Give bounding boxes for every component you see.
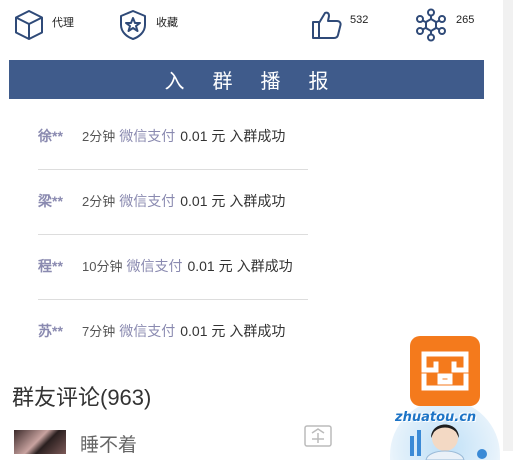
payment-method: 微信支付 (119, 127, 176, 144)
join-result: 入群成功 (229, 322, 286, 339)
broadcast-item: 程** 10分钟 微信支付 0.01 元 入群成功 (38, 233, 308, 298)
join-result: 入群成功 (229, 127, 286, 144)
member-name: 徐** (38, 127, 63, 144)
share-network-icon (416, 8, 446, 42)
join-result: 入群成功 (229, 192, 286, 209)
member-name: 程** (38, 257, 63, 274)
broadcast-banner: 入群播报 (9, 60, 484, 99)
assistant-avatar-icon (410, 424, 487, 460)
watermark-text: zhuatou.cn (395, 410, 477, 425)
share-count: 265 (456, 14, 475, 26)
payment-amount: 0.01 元 (187, 257, 233, 274)
share-action[interactable]: 265 (414, 8, 474, 42)
payment-method: 微信支付 (126, 257, 183, 274)
elapsed-time: 2分钟 (82, 194, 116, 209)
payment-method: 微信支付 (119, 322, 176, 339)
broadcast-item: 苏** 7分钟 微信支付 0.01 元 入群成功 (38, 298, 308, 363)
assistant-widget[interactable] (390, 400, 500, 460)
favorite-action[interactable]: 收藏 (116, 8, 178, 42)
comment-author: 睡不着 (80, 435, 138, 456)
star-badge-icon (120, 10, 146, 40)
payment-amount: 0.01 元 (180, 127, 226, 144)
member-name: 梁** (38, 192, 63, 209)
badge-icon (304, 425, 332, 447)
payment-method: 微信支付 (119, 192, 176, 209)
thumbs-up-icon (312, 11, 342, 39)
like-count: 532 (350, 14, 369, 26)
favorite-label: 收藏 (156, 17, 178, 29)
scrollbar-track[interactable] (503, 0, 513, 451)
broadcast-item: 梁** 2分钟 微信支付 0.01 元 入群成功 (38, 168, 308, 233)
member-name: 苏** (38, 322, 63, 339)
agent-action[interactable]: 代理 (12, 8, 74, 42)
like-action[interactable]: 532 (310, 8, 368, 42)
floating-app-button[interactable] (410, 336, 480, 406)
join-result: 入群成功 (236, 257, 293, 274)
avatar[interactable] (14, 430, 66, 454)
agent-label: 代理 (52, 17, 74, 29)
comments-title: 群友评论(963) (12, 385, 152, 410)
elapsed-time: 7分钟 (82, 324, 116, 339)
cube-icon (15, 10, 43, 40)
payment-amount: 0.01 元 (180, 322, 226, 339)
elapsed-time: 10分钟 (82, 259, 123, 274)
elapsed-time: 2分钟 (82, 129, 116, 144)
payment-amount: 0.01 元 (180, 192, 226, 209)
app-logo-icon (421, 351, 469, 391)
broadcast-item: 徐** 2分钟 微信支付 0.01 元 入群成功 (38, 103, 308, 168)
